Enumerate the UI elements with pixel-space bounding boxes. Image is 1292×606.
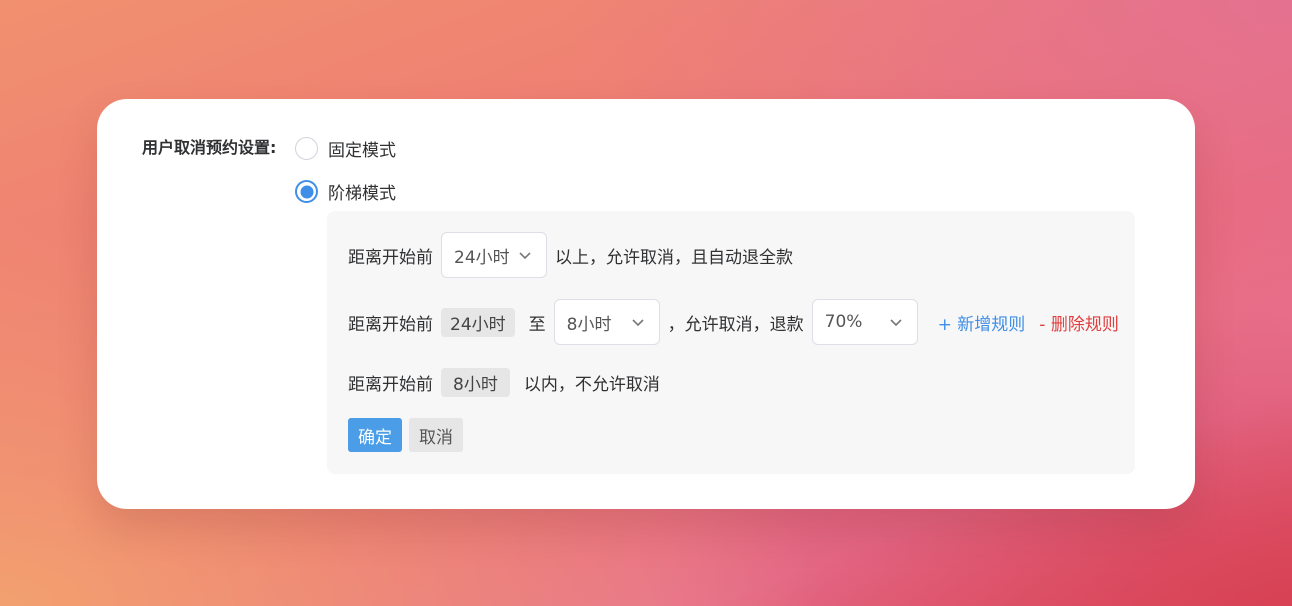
tiered-rules-panel: 距离开始前 24小时 以上，允许取消，且自动退全款 距离开始前 24小时 至 8…	[327, 211, 1135, 474]
rule-2-from-tag: 24小时	[441, 307, 515, 337]
rule-2-to-text: 至	[528, 314, 546, 335]
rule-1-suffix: 以上，允许取消，且自动退全款	[555, 247, 793, 268]
rule-3-tag: 8小时	[441, 367, 510, 397]
rule-1-time-select[interactable]: 24小时	[441, 232, 547, 278]
chevron-down-icon	[631, 315, 645, 329]
add-rule-link[interactable]: + 新增规则	[938, 310, 1026, 335]
refund-percent-value: 70%	[824, 312, 863, 332]
rule-row-3: 距离开始前 8小时 以内，不允许取消	[348, 367, 660, 397]
action-buttons: 确定 取消	[348, 418, 463, 452]
refund-percent-select[interactable]: 70%	[811, 299, 918, 345]
rule-3-suffix: 以内，不允许取消	[523, 374, 660, 395]
radio-fixed-label: 固定模式	[328, 141, 396, 161]
rule-3-prefix: 距离开始前	[348, 374, 433, 395]
rule-2-middle-text: ，允许取消，退款	[667, 314, 804, 335]
rule-row-1: 距离开始前 24小时 以上，允许取消，且自动退全款	[348, 232, 793, 278]
chevron-down-icon	[518, 248, 532, 262]
radio-circle-fixed[interactable]	[295, 137, 318, 160]
radio-tiered-label: 阶梯模式	[328, 184, 396, 204]
rule-2-time-value: 8小时	[566, 314, 612, 335]
cancel-button[interactable]: 取消	[409, 418, 463, 452]
rule-1-time-value: 24小时	[454, 247, 510, 268]
rule-1-prefix: 距离开始前	[348, 247, 433, 268]
settings-card: 用户取消预约设置: 固定模式 阶梯模式 距离开始前 24小时 以上，允许取消，且…	[97, 99, 1195, 509]
chevron-down-icon	[889, 315, 903, 329]
rule-2-prefix: 距离开始前	[348, 314, 433, 335]
radio-circle-tiered[interactable]	[295, 180, 318, 203]
rule-2-time-select[interactable]: 8小时	[553, 299, 660, 345]
setting-label: 用户取消预约设置:	[142, 138, 277, 157]
rule-row-2: 距离开始前 24小时 至 8小时 ，允许取消，退款 70% + 新增规则 - 删…	[348, 299, 1119, 345]
radio-fixed-mode[interactable]: 固定模式	[295, 136, 396, 161]
radio-tiered-mode[interactable]: 阶梯模式	[295, 179, 396, 204]
delete-rule-link[interactable]: - 删除规则	[1039, 310, 1119, 335]
confirm-button[interactable]: 确定	[348, 418, 402, 452]
